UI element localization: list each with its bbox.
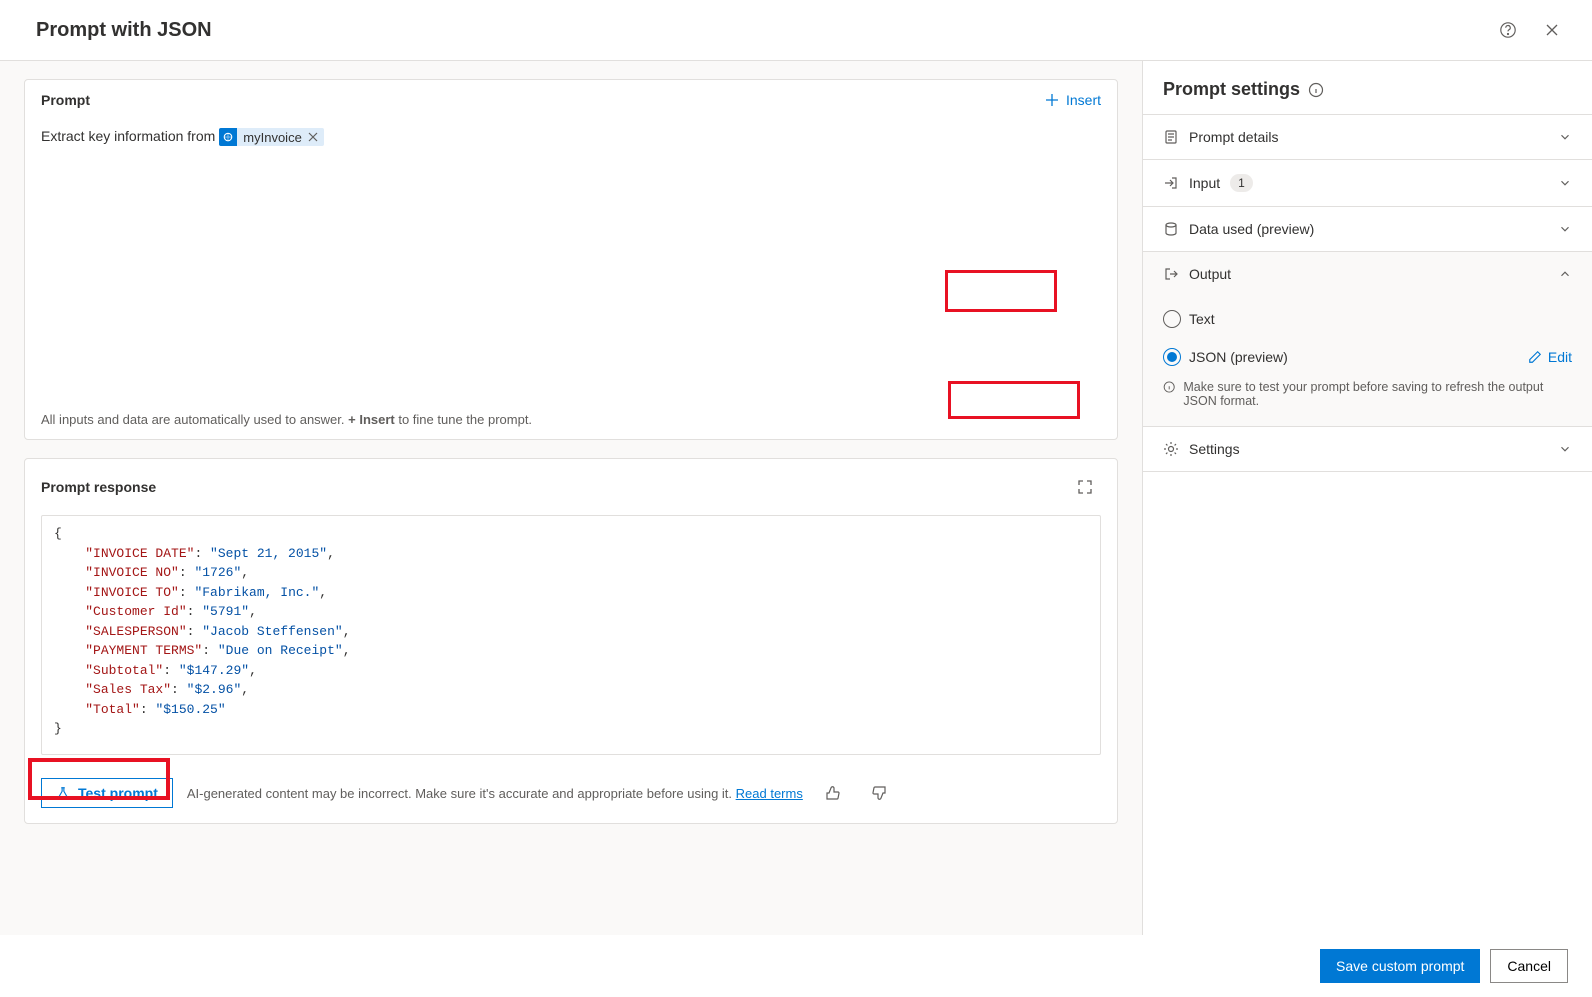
accordion-output[interactable]: Output Text JSON (preview) <box>1143 252 1592 427</box>
prompt-footer: All inputs and data are automatically us… <box>25 400 1117 439</box>
response-card: Prompt response { "INVOICE DATE": "Sept … <box>24 458 1118 824</box>
info-icon <box>1163 380 1175 394</box>
close-icon <box>1544 22 1560 38</box>
ai-disclaimer: AI-generated content may be incorrect. M… <box>187 786 803 801</box>
accordion-prompt-details[interactable]: Prompt details <box>1143 115 1592 160</box>
chevron-down-icon <box>1558 442 1572 456</box>
thumbs-down-icon <box>871 785 887 801</box>
radio-label: JSON (preview) <box>1189 349 1288 365</box>
prompt-text: Extract key information from <box>41 128 215 144</box>
chevron-up-icon <box>1558 267 1572 281</box>
expand-icon <box>1077 479 1093 495</box>
thumbs-down-button[interactable] <box>863 777 895 809</box>
output-option-text[interactable]: Text <box>1163 300 1572 338</box>
prompt-card-title: Prompt <box>41 92 90 108</box>
thumbs-up-icon <box>825 785 841 801</box>
chevron-down-icon <box>1558 130 1572 144</box>
read-terms-link[interactable]: Read terms <box>736 786 803 801</box>
gear-icon <box>1163 441 1179 457</box>
chevron-down-icon <box>1558 176 1572 190</box>
settings-title: Prompt settings <box>1163 79 1300 100</box>
dialog-footer: Save custom prompt Cancel <box>0 935 1592 997</box>
input-count-badge: 1 <box>1230 174 1253 192</box>
insert-button[interactable]: Insert <box>1044 92 1101 108</box>
radio-selected <box>1163 348 1181 366</box>
edit-json-link[interactable]: Edit <box>1528 349 1572 365</box>
accordion-label: Prompt details <box>1189 129 1278 145</box>
plus-icon <box>1044 92 1060 108</box>
chip-label: myInvoice <box>243 130 302 145</box>
insert-label: Insert <box>1066 92 1101 108</box>
close-button[interactable] <box>1536 14 1568 46</box>
accordion-label: Input <box>1189 175 1220 191</box>
expand-button[interactable] <box>1069 471 1101 503</box>
data-icon <box>1163 221 1179 237</box>
info-icon[interactable] <box>1308 82 1324 98</box>
left-pane: Prompt Insert Extract key information fr… <box>0 61 1142 948</box>
radio-unselected <box>1163 310 1181 328</box>
input-icon <box>1163 175 1179 191</box>
chip-remove[interactable] <box>308 132 318 142</box>
accordion-label: Data used (preview) <box>1189 221 1314 237</box>
flask-icon <box>56 786 70 800</box>
settings-panel: Prompt settings Prompt details Input 1 <box>1142 61 1592 948</box>
input-chip[interactable]: myInvoice <box>219 128 324 146</box>
details-icon <box>1163 129 1179 145</box>
chip-icon <box>219 128 237 146</box>
accordion-data-used[interactable]: Data used (preview) <box>1143 207 1592 252</box>
thumbs-up-button[interactable] <box>817 777 849 809</box>
output-note: Make sure to test your prompt before sav… <box>1163 376 1572 408</box>
dialog-title: Prompt with JSON <box>36 19 212 42</box>
help-icon <box>1499 21 1517 39</box>
edit-icon <box>1528 350 1542 364</box>
accordion-input[interactable]: Input 1 <box>1143 160 1592 207</box>
output-option-json[interactable]: JSON (preview) Edit <box>1163 338 1572 376</box>
test-prompt-button[interactable]: Test prompt <box>41 778 173 808</box>
prompt-card: Prompt Insert Extract key information fr… <box>24 79 1118 440</box>
prompt-editor[interactable]: Extract key information from myInvoice <box>25 120 1117 400</box>
response-json[interactable]: { "INVOICE DATE": "Sept 21, 2015", "INVO… <box>41 515 1101 755</box>
test-prompt-label: Test prompt <box>78 785 158 801</box>
save-button[interactable]: Save custom prompt <box>1320 949 1480 983</box>
accordion-label: Output <box>1189 266 1231 282</box>
chevron-down-icon <box>1558 222 1572 236</box>
help-button[interactable] <box>1492 14 1524 46</box>
output-icon <box>1163 266 1179 282</box>
cancel-button[interactable]: Cancel <box>1490 949 1568 983</box>
accordion-label: Settings <box>1189 441 1240 457</box>
radio-label: Text <box>1189 311 1215 327</box>
dialog-header: Prompt with JSON <box>0 0 1592 61</box>
response-card-title: Prompt response <box>41 479 156 495</box>
accordion-settings[interactable]: Settings <box>1143 427 1592 472</box>
